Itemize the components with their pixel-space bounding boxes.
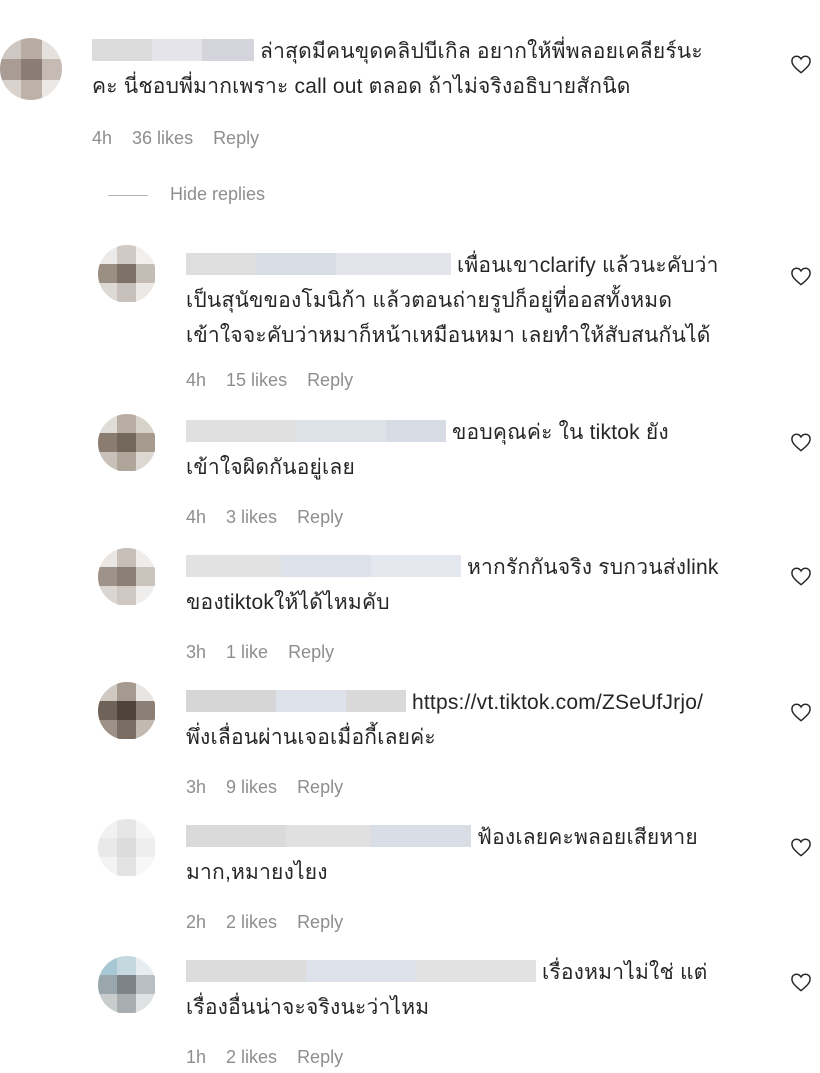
username-blurred[interactable] (186, 420, 446, 443)
like-count[interactable]: 2 likes (226, 912, 277, 932)
comment-line: https://vt.tiktok.com/ZSeUfJrjo/ (412, 691, 704, 714)
username-blurred[interactable] (92, 39, 254, 62)
comment-text: เพื่อนเขาclarify แล้วนะคับว่า เป็นสุนัขข… (186, 248, 776, 353)
comment-line: เป็นสุนัขของโมนิก้า แล้วตอนถ่ายรูปก็อยู่… (186, 289, 673, 312)
username-blurred[interactable] (186, 555, 461, 578)
timestamp[interactable]: 4h (186, 507, 206, 527)
comment-line: ขอบคุณค่ะ ใน tiktok ยัง (452, 421, 669, 444)
timestamp[interactable]: 4h (92, 128, 112, 148)
avatar[interactable] (98, 956, 156, 1014)
reply-button[interactable]: Reply (288, 642, 334, 662)
avatar[interactable] (0, 38, 62, 100)
timestamp[interactable]: 4h (186, 370, 206, 390)
username-blurred[interactable] (186, 825, 471, 848)
heart-icon[interactable] (790, 432, 812, 452)
reply-button[interactable]: Reply (297, 777, 343, 797)
username-blurred[interactable] (186, 960, 536, 983)
heart-icon[interactable] (790, 837, 812, 857)
avatar[interactable] (98, 682, 156, 740)
comment-line: ของtiktokให้ได้ไหมคับ (186, 591, 390, 614)
comment-meta: 4h 15 likes Reply (186, 370, 373, 391)
comment-line: เรื่องอื่นน่าจะจริงนะว่าไหม (186, 996, 430, 1019)
timestamp[interactable]: 3h (186, 642, 206, 662)
comment-text: ล่าสุดมีคนขุดคลิปบีเกิล อยากให้พี่พลอยเค… (92, 34, 762, 104)
timestamp[interactable]: 2h (186, 912, 206, 932)
comment-line: มาก,หมายงไยง (186, 861, 328, 884)
comment-line: ฟ้องเลยคะพลอยเสียหาย (477, 826, 698, 849)
heart-icon[interactable] (790, 54, 812, 74)
username-blurred[interactable] (186, 253, 451, 276)
comment-meta: 1h 2 likes Reply (186, 1047, 363, 1068)
avatar[interactable] (98, 819, 156, 877)
username-blurred[interactable] (186, 690, 406, 713)
comment-line: เรื่องหมาไม่ใช่ แต่ (542, 961, 708, 984)
comment-line: ล่าสุดมีคนขุดคลิปบีเกิล อยากให้พี่พลอยเค… (260, 40, 703, 63)
comment-meta: 4h 36 likes Reply (92, 128, 279, 149)
heart-icon[interactable] (790, 702, 812, 722)
comment-meta: 3h 1 like Reply (186, 642, 354, 663)
like-count[interactable]: 36 likes (132, 128, 193, 148)
comment-line: หากรักกันจริง รบกวนส่งlink (467, 556, 719, 579)
reply-button[interactable]: Reply (307, 370, 353, 390)
divider (108, 194, 148, 196)
like-count[interactable]: 9 likes (226, 777, 277, 797)
avatar[interactable] (98, 548, 156, 606)
comment-text: ขอบคุณค่ะ ใน tiktok ยัง เข้าใจผิดกันอยู่… (186, 415, 776, 485)
timestamp[interactable]: 1h (186, 1047, 206, 1067)
comment-text: เรื่องหมาไม่ใช่ แต่ เรื่องอื่นน่าจะจริงน… (186, 955, 776, 1025)
comment-line: พึ่งเลื่อนผ่านเจอเมื่อกี้เลยค่ะ (186, 726, 436, 749)
like-count[interactable]: 2 likes (226, 1047, 277, 1067)
avatar[interactable] (98, 414, 156, 472)
comment-meta: 4h 3 likes Reply (186, 507, 363, 528)
comment-text: https://vt.tiktok.com/ZSeUfJrjo/ พึ่งเลื… (186, 685, 776, 755)
like-count[interactable]: 1 like (226, 642, 268, 662)
heart-icon[interactable] (790, 972, 812, 992)
comment-line: เพื่อนเขาclarify แล้วนะคับว่า (457, 254, 719, 277)
reply-button[interactable]: Reply (213, 128, 259, 148)
comment-text: หากรักกันจริง รบกวนส่งlink ของtiktokให้ไ… (186, 550, 776, 620)
like-count[interactable]: 3 likes (226, 507, 277, 527)
heart-icon[interactable] (790, 266, 812, 286)
comment-meta: 3h 9 likes Reply (186, 777, 363, 798)
comment-meta: 2h 2 likes Reply (186, 912, 363, 933)
like-count[interactable]: 15 likes (226, 370, 287, 390)
hide-replies-button[interactable]: Hide replies (108, 184, 265, 205)
hide-replies-label: Hide replies (170, 184, 266, 204)
heart-icon[interactable] (790, 566, 812, 586)
reply-button[interactable]: Reply (297, 912, 343, 932)
avatar[interactable] (98, 245, 156, 303)
comment-line: เข้าใจจะคับว่าหมาก็หน้าเหมือนหมา เลยทำให… (186, 324, 711, 347)
timestamp[interactable]: 3h (186, 777, 206, 797)
comment-text: ฟ้องเลยคะพลอยเสียหาย มาก,หมายงไยง (186, 820, 776, 890)
reply-button[interactable]: Reply (297, 1047, 343, 1067)
reply-button[interactable]: Reply (297, 507, 343, 527)
comment-line: คะ นี่ชอบพี่มากเพราะ call out ตลอด ถ้าไม… (92, 75, 631, 98)
comment-line: เข้าใจผิดกันอยู่เลย (186, 456, 355, 479)
